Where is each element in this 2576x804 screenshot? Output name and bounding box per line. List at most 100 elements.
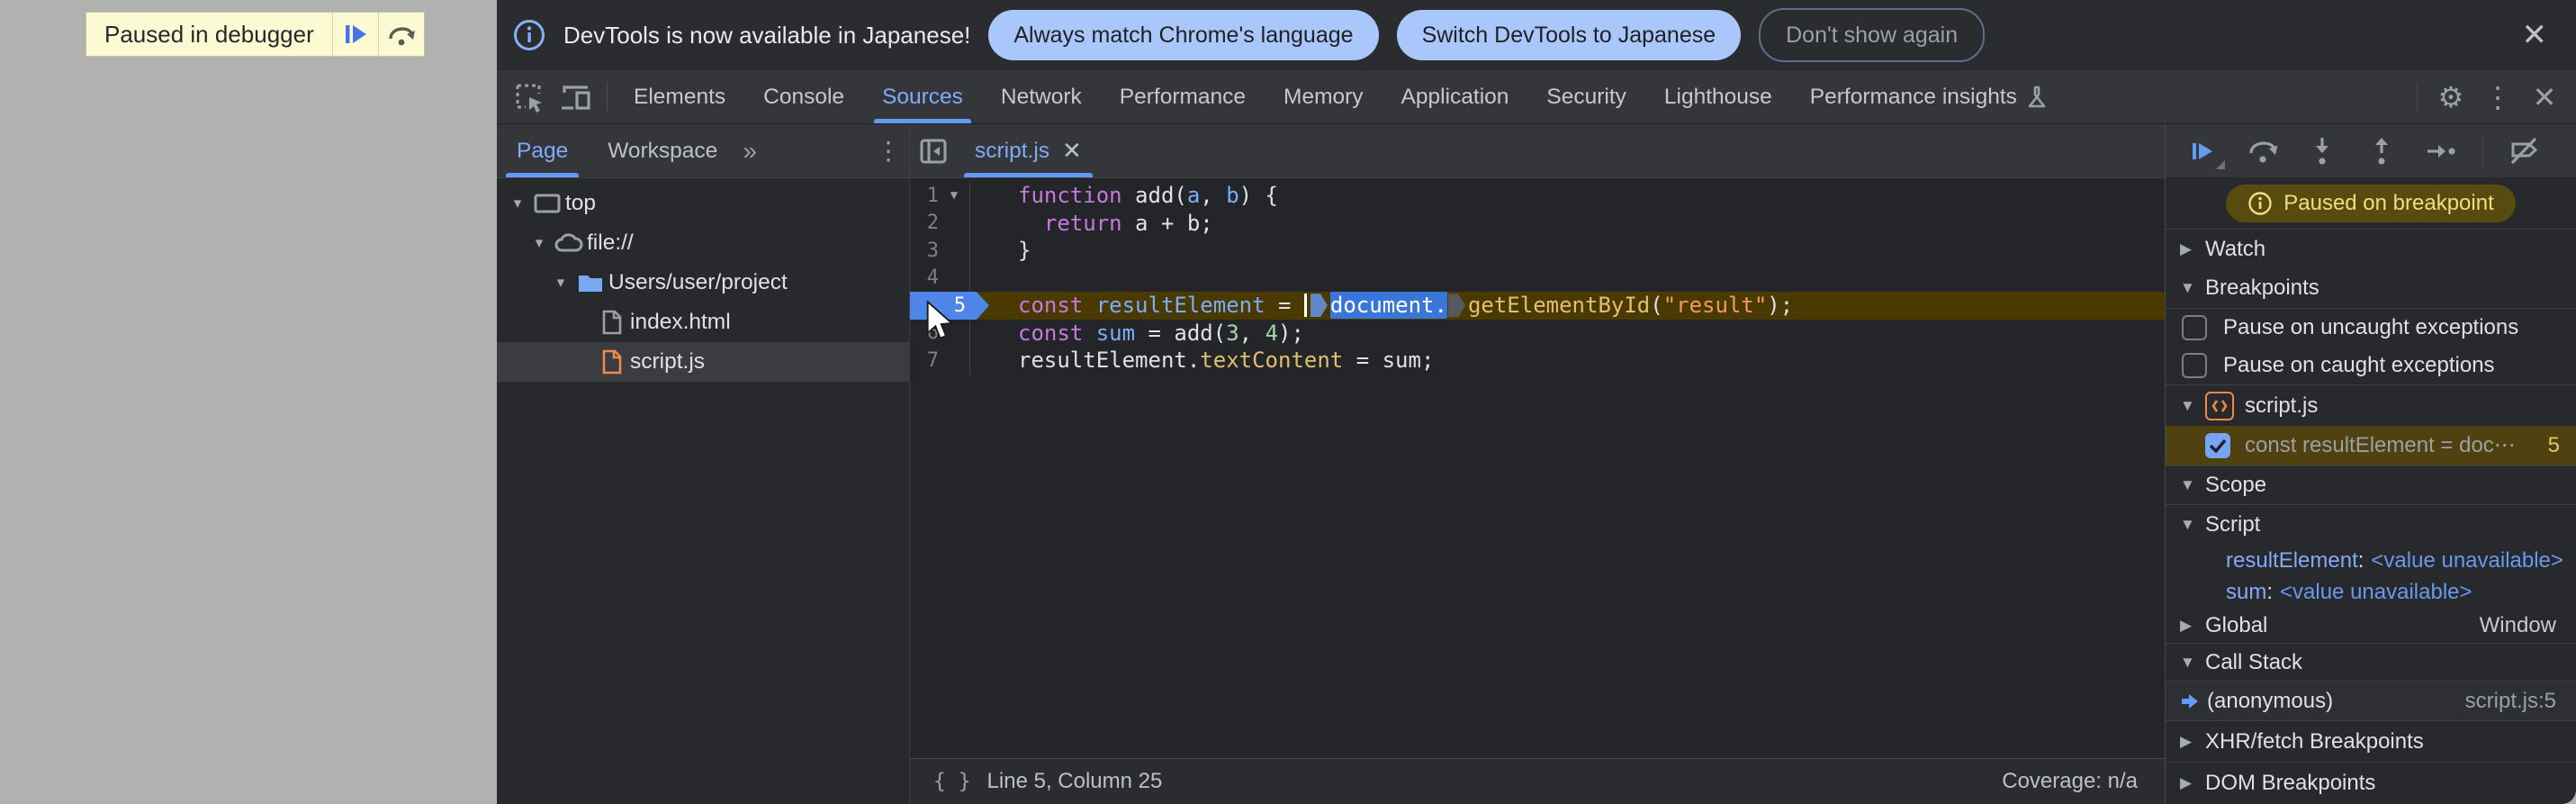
code-token: const — [1018, 293, 1096, 319]
editor-tab-scriptjs[interactable]: script.js ✕ — [957, 124, 1100, 177]
inline-breakpoint-active-icon[interactable] — [1310, 294, 1328, 318]
step-into-button[interactable] — [2297, 130, 2347, 173]
section-watch[interactable]: ▶ Watch — [2166, 229, 2576, 268]
breakpoint-entry[interactable]: const resultElement = doc⋯ 5 — [2166, 426, 2576, 465]
code-line-1[interactable]: 1 ▼ function add(a, b) { — [910, 182, 2165, 210]
notification-close-button[interactable]: ✕ — [2509, 20, 2561, 50]
resume-icon — [345, 25, 366, 43]
scope-var-resultelement[interactable]: resultElement: <value unavailable> — [2166, 545, 2576, 577]
global-label: Global — [2205, 613, 2268, 637]
line-content[interactable]: return a + b; — [969, 209, 2165, 237]
call-stack-frame[interactable]: (anonymous) script.js:5 — [2166, 682, 2576, 720]
code-token: textContent — [1200, 348, 1344, 374]
chevron-right-icon: ▶ — [2180, 239, 2193, 257]
settings-gear-button[interactable]: ⚙ — [2430, 80, 2472, 114]
devtools-close-button[interactable]: ✕ — [2524, 80, 2565, 114]
toolbar-divider-right — [2417, 81, 2418, 113]
code-line-5[interactable]: const resultElement = document. getElemen… — [910, 292, 2165, 320]
editor-tab-close-icon[interactable]: ✕ — [1062, 137, 1082, 165]
tab-network[interactable]: Network — [982, 70, 1101, 123]
section-xhr-breakpoints[interactable]: ▶ XHR/fetch Breakpoints — [2166, 720, 2576, 762]
step-out-icon — [2375, 137, 2388, 165]
switch-to-japanese-button[interactable]: Switch DevTools to Japanese — [1396, 10, 1742, 60]
breakpoint-checkbox[interactable] — [2205, 432, 2230, 458]
tab-lighthouse[interactable]: Lighthouse — [1645, 70, 1791, 123]
code-line-3[interactable]: 3} — [910, 237, 2165, 265]
code-line-2[interactable]: 2 return a + b; — [910, 209, 2165, 238]
step-out-button[interactable] — [2356, 130, 2407, 173]
always-match-language-button[interactable]: Always match Chrome's language — [988, 10, 1379, 60]
section-scope[interactable]: ▼ Scope — [2166, 465, 2576, 505]
code-token: 4 — [1265, 320, 1279, 346]
line-content[interactable] — [969, 264, 2165, 292]
tab-label: Elements — [634, 84, 726, 109]
tab-workspace[interactable]: Workspace — [588, 124, 737, 177]
tree-item-Users-user-project[interactable]: ▾ Users/user/project — [497, 263, 909, 303]
tab-sources[interactable]: Sources — [863, 70, 982, 123]
tree-item-index-html[interactable]: index.html — [497, 303, 909, 342]
var-name: sum — [2226, 580, 2267, 605]
navigator-tabs: Page Workspace » ⋮ — [497, 124, 909, 178]
breakpoint-group-scriptjs[interactable]: ▼ script.js — [2166, 384, 2576, 426]
line-number[interactable]: 1 — [910, 185, 939, 207]
step-over-button[interactable] — [377, 13, 424, 56]
chevron-down-icon: ▼ — [2180, 653, 2195, 671]
fold-toggle-icon[interactable]: ▼ — [939, 182, 969, 210]
tab-performance-insights[interactable]: Performance insights — [1791, 70, 2067, 123]
line-number[interactable]: 7 — [910, 349, 939, 372]
deactivate-breakpoints-button[interactable] — [2499, 130, 2550, 173]
section-call-stack[interactable]: ▼ Call Stack — [2166, 643, 2576, 682]
device-toolbar-button[interactable] — [553, 77, 599, 118]
more-options-button[interactable]: ⋮ — [2477, 80, 2518, 114]
section-dom-breakpoints[interactable]: ▶ DOM Breakpoints — [2166, 762, 2576, 804]
var-value: <value unavailable> — [2280, 580, 2472, 605]
line-content[interactable]: const sum = add(3, 4); — [969, 319, 2165, 347]
tab-label: Application — [1401, 84, 1509, 109]
code-line-6[interactable]: 6 const sum = add(3, 4); — [910, 319, 2165, 347]
pause-uncaught-checkbox[interactable] — [2182, 314, 2207, 340]
tab-memory[interactable]: Memory — [1265, 70, 1382, 123]
line-number[interactable]: 4 — [910, 266, 939, 289]
line-number[interactable]: 2 — [910, 212, 939, 234]
line-content[interactable]: resultElement. textContent = sum; — [969, 347, 2165, 375]
pretty-print-button[interactable]: { } — [933, 770, 971, 793]
tree-item-top[interactable]: ▾ top — [497, 184, 909, 223]
step-into-icon — [2316, 137, 2328, 165]
scope-script-group[interactable]: ▼ Script — [2166, 505, 2576, 545]
pause-caught-row[interactable]: Pause on caught exceptions — [2166, 347, 2576, 385]
scope-var-sum[interactable]: sum: <value unavailable> — [2166, 576, 2576, 609]
tree-item-file-[interactable]: ▾ file:// — [497, 223, 909, 263]
step-button[interactable] — [2416, 130, 2466, 173]
tab-application[interactable]: Application — [1383, 70, 1528, 123]
section-breakpoints[interactable]: ▼ Breakpoints — [2166, 268, 2576, 308]
dont-show-again-button[interactable]: Don't show again — [1759, 8, 1986, 62]
line-content[interactable]: } — [969, 237, 2165, 265]
tab-console[interactable]: Console — [744, 70, 863, 123]
pause-caught-checkbox[interactable] — [2182, 352, 2207, 378]
inline-breakpoint-icon[interactable] — [1447, 294, 1465, 318]
code-editor[interactable]: 5 1 ▼ function add(a, b) {2 return a + b; 3… — [910, 178, 2165, 758]
pause-uncaught-label: Pause on uncaught exceptions — [2223, 314, 2519, 339]
line-content[interactable]: function add(a, b) { — [969, 182, 2165, 210]
frame-name: (anonymous) — [2207, 688, 2334, 713]
line-content[interactable]: const resultElement = document. getElemen… — [969, 292, 2165, 320]
resume-button[interactable] — [2178, 130, 2229, 173]
collapse-sidebar-button[interactable] — [910, 131, 957, 172]
tab-performance[interactable]: Performance — [1101, 70, 1265, 123]
tree-item-script-js[interactable]: script.js — [497, 342, 909, 382]
tab-security[interactable]: Security — [1527, 70, 1645, 123]
step-over-button[interactable] — [2238, 130, 2288, 173]
resume-script-button[interactable] — [331, 13, 378, 56]
fold-gutter — [939, 210, 969, 238]
scope-global-group[interactable]: ▶ Global Window — [2166, 609, 2576, 643]
navigator-menu-button[interactable]: ⋮ — [868, 136, 909, 166]
more-tabs-button[interactable]: » — [737, 137, 762, 166]
deactivate-breakpoints-icon — [2510, 137, 2538, 164]
inspect-element-button[interactable] — [506, 77, 553, 118]
code-line-4[interactable]: 4 — [910, 264, 2165, 292]
tab-elements[interactable]: Elements — [615, 70, 744, 123]
line-number[interactable]: 3 — [910, 239, 939, 262]
pause-uncaught-row[interactable]: Pause on uncaught exceptions — [2166, 308, 2576, 347]
tab-page[interactable]: Page — [497, 124, 588, 177]
code-line-7[interactable]: 7 resultElement. textContent = sum; — [910, 347, 2165, 375]
